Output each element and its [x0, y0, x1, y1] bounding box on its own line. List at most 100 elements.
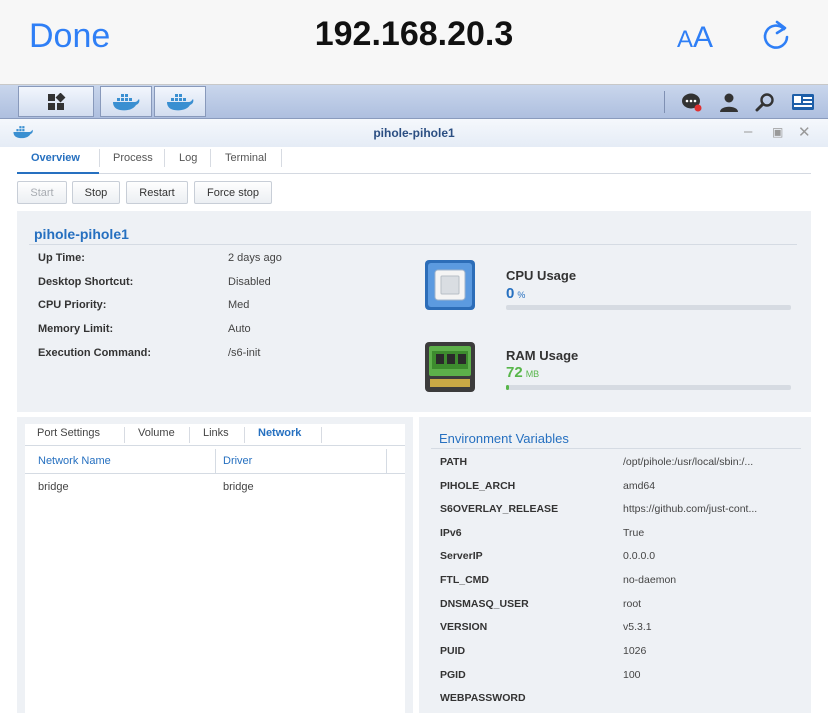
stop-button[interactable]: Stop: [72, 181, 120, 204]
tab-divider: [99, 149, 100, 167]
tab-links[interactable]: Links: [203, 427, 229, 439]
chat-notification-button[interactable]: [680, 90, 704, 114]
ram-usage-number: 72: [506, 364, 523, 381]
tab-process[interactable]: Process: [113, 152, 153, 164]
active-tab-indicator: [17, 172, 99, 174]
env-value: 100: [623, 669, 641, 681]
execution-command-value: /s6-init: [228, 347, 261, 359]
close-icon[interactable]: ✕: [798, 123, 811, 141]
start-button[interactable]: Start: [17, 181, 67, 204]
cpu-usage-number: 0: [506, 285, 515, 302]
window-content: Overview Process Log Terminal Start Stop…: [0, 147, 828, 713]
ram-icon: [425, 342, 475, 392]
env-key: PGID: [440, 669, 466, 681]
environment-variables-panel: Environment Variables PATH /opt/pihole:/…: [419, 417, 811, 713]
tab-log[interactable]: Log: [179, 152, 197, 164]
ram-usage-bar-fill: [506, 385, 509, 390]
widgets-icon: [792, 94, 814, 110]
env-key: DNSMASQ_USER: [440, 598, 529, 610]
chat-icon: [682, 93, 702, 112]
reload-icon[interactable]: [758, 18, 794, 54]
cpu-usage-title: CPU Usage: [506, 268, 577, 283]
ram-usage-bar: [506, 385, 791, 390]
cpu-usage-unit: %: [517, 290, 526, 300]
main-menu-button[interactable]: [18, 86, 94, 117]
desktop-shortcut-value: Disabled: [228, 276, 271, 288]
env-value: no-daemon: [623, 574, 677, 586]
env-value: True: [623, 527, 645, 539]
tab-divider: [281, 149, 282, 167]
tab-network[interactable]: Network: [258, 427, 301, 439]
execution-command-label: Execution Command:: [38, 347, 152, 359]
network-driver-cell[interactable]: bridge: [223, 481, 254, 493]
divider: [29, 244, 797, 245]
cpu-priority-value: Med: [228, 299, 250, 311]
network-name-cell[interactable]: bridge: [38, 481, 69, 493]
user-button[interactable]: [717, 90, 741, 114]
restart-button[interactable]: Restart: [126, 181, 188, 204]
env-key: PUID: [440, 645, 466, 657]
tab-divider: [164, 149, 165, 167]
memory-limit-value: Auto: [228, 323, 251, 335]
settings-panel: Port Settings Volume Links Network Netwo…: [17, 417, 413, 713]
column-divider: [386, 449, 387, 473]
tab-volume[interactable]: Volume: [138, 427, 175, 439]
env-value: amd64: [623, 480, 656, 492]
search-icon: [755, 93, 774, 112]
tab-divider: [244, 427, 245, 443]
cpu-icon: [425, 260, 475, 310]
tab-divider: [124, 427, 125, 443]
env-value: 1026: [623, 645, 647, 657]
container-name: pihole-pihole1: [34, 226, 129, 242]
minimize-icon[interactable]: –: [744, 123, 752, 140]
window-titlebar: pihole-pihole1 – ▣ ✕: [0, 119, 828, 147]
column-divider: [215, 449, 216, 473]
tab-divider: [210, 149, 211, 167]
text-size-button[interactable]: AA: [677, 21, 713, 55]
taskbar-docker-app-2[interactable]: [154, 86, 206, 117]
tab-port-settings[interactable]: Port Settings: [37, 427, 100, 439]
network-table: Network Name Driver bridge bridge: [25, 446, 405, 713]
cpu-usage-bar: [506, 305, 791, 310]
env-value: root: [623, 598, 642, 610]
tab-overview[interactable]: Overview: [31, 152, 80, 164]
user-icon: [720, 93, 738, 112]
env-key: VERSION: [440, 621, 488, 633]
search-button[interactable]: [753, 90, 777, 114]
uptime-label: Up Time:: [38, 252, 85, 264]
taskbar-separator: [664, 91, 665, 113]
env-key: PIHOLE_ARCH: [440, 480, 516, 492]
cpu-usage-value: 0%: [506, 285, 525, 302]
column-header-network-name[interactable]: Network Name: [38, 455, 111, 467]
env-key: PATH: [440, 456, 468, 468]
header-divider: [25, 473, 405, 474]
memory-limit-label: Memory Limit:: [38, 323, 114, 335]
settings-tabs: Port Settings Volume Links Network: [25, 424, 405, 446]
window-title: pihole-pihole1: [373, 126, 455, 140]
env-value: /opt/pihole:/usr/local/sbin:/...: [623, 456, 754, 468]
env-key: ServerIP: [440, 550, 483, 562]
taskbar-docker-app-1[interactable]: [100, 86, 152, 117]
env-value: v5.3.1: [623, 621, 652, 633]
text-size-small: A: [677, 26, 694, 53]
docker-icon: [113, 93, 140, 110]
env-key: IPv6: [440, 527, 462, 539]
dsm-taskbar: [0, 85, 828, 119]
ram-usage-unit: MB: [525, 369, 540, 379]
tab-terminal[interactable]: Terminal: [225, 152, 267, 164]
column-header-driver[interactable]: Driver: [223, 455, 252, 467]
env-value: 0.0.0.0: [623, 550, 656, 562]
text-size-large: A: [693, 21, 714, 54]
main-menu-icon: [48, 92, 66, 110]
cpu-priority-label: CPU Priority:: [38, 299, 107, 311]
ram-usage-title: RAM Usage: [506, 348, 579, 363]
uptime-value: 2 days ago: [228, 252, 282, 264]
force-stop-button[interactable]: Force stop: [194, 181, 272, 204]
widgets-button[interactable]: [790, 90, 816, 114]
tab-divider: [321, 427, 322, 443]
maximize-icon[interactable]: ▣: [772, 125, 783, 139]
env-key: S6OVERLAY_RELEASE: [440, 503, 559, 515]
tab-divider: [189, 427, 190, 443]
env-key: FTL_CMD: [440, 574, 489, 586]
browser-toolbar: Done 192.168.20.3 AA: [0, 0, 828, 85]
